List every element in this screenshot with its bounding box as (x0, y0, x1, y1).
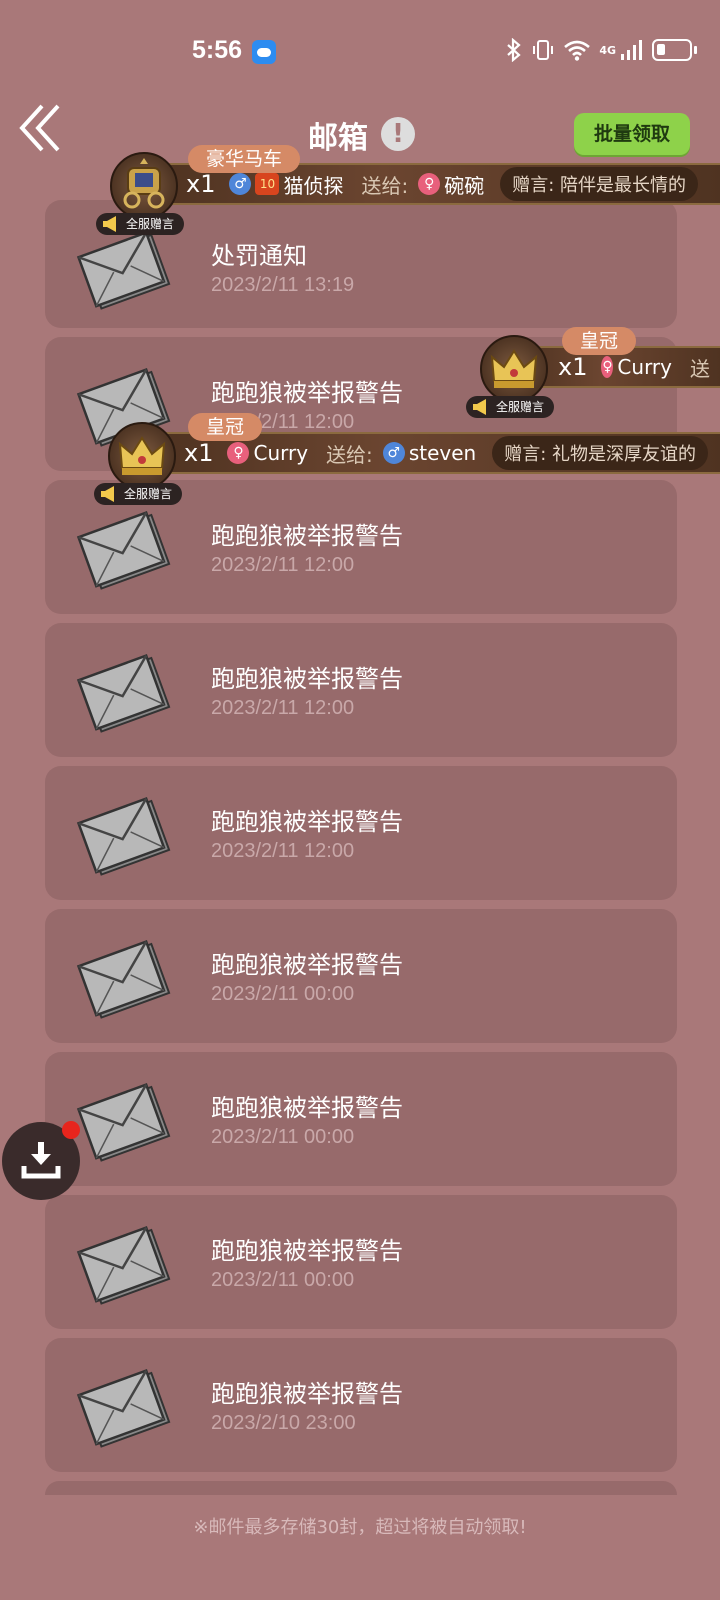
mail-title: 跑跑狼被举报警告 (211, 808, 403, 836)
mail-item[interactable]: 跑跑狼被举报警告 2023/2/11 12:00 (45, 623, 677, 757)
vibrate-icon (533, 40, 554, 60)
wifi-icon (564, 40, 591, 61)
gift-quantity: x1 (186, 170, 216, 198)
gift-sender: 猫侦探 (283, 173, 344, 198)
megaphone-icon (101, 486, 114, 502)
server-tag-label: 全服赠言 (126, 217, 175, 231)
gift-message-label: 赠言: (512, 175, 555, 196)
server-broadcast-tag: 全服赠言 (96, 213, 185, 235)
gift-name-tag: 皇冠 (188, 413, 263, 441)
megaphone-icon (473, 399, 486, 415)
server-broadcast-tag: 全服赠言 (94, 483, 183, 505)
help-icon[interactable]: ! (381, 117, 415, 151)
status-bar: 5:56 4G (0, 0, 720, 104)
notification-dot (62, 1121, 80, 1139)
mail-time: 2023/2/11 00:00 (211, 1269, 355, 1291)
back-button[interactable] (16, 100, 66, 156)
mail-title: 跑跑狼被举报警告 (211, 379, 403, 407)
gift-sender: Curry (253, 441, 309, 465)
mail-title: 跑跑狼被举报警告 (211, 665, 403, 693)
envelope-icon (76, 1226, 171, 1305)
mail-time: 2023/2/11 12:00 (211, 840, 355, 862)
network-label: 4G (599, 43, 616, 57)
female-icon: ♀ (227, 442, 250, 464)
mail-time: 2023/2/11 12:00 (211, 697, 355, 719)
mail-time: 2023/2/11 12:00 (211, 554, 355, 576)
mail-item[interactable]: 跑跑狼被举报警告 2023/2/11 00:00 (45, 909, 677, 1043)
page-title: 邮箱 (308, 121, 368, 156)
batch-claim-button[interactable]: 批量领取 (574, 113, 690, 155)
mail-title: 处罚通知 (211, 242, 307, 270)
megaphone-icon (103, 216, 116, 232)
female-icon: ♀ (418, 173, 441, 195)
server-tag-label: 全服赠言 (496, 400, 545, 414)
mail-title: 跑跑狼被举报警告 (211, 951, 403, 979)
envelope-icon (76, 1369, 171, 1448)
carriage-gift-icon (110, 152, 178, 220)
gift-quantity: x1 (184, 439, 214, 467)
female-icon: ♀ (601, 356, 614, 378)
gift-receiver: steven (408, 441, 477, 465)
mail-title: 跑跑狼被举报警告 (211, 1380, 403, 1408)
status-time: 5:56 (192, 36, 243, 64)
gift-message-text: 礼物是深厚友谊的 (552, 444, 697, 465)
mail-title: 跑跑狼被举报警告 (211, 1094, 403, 1122)
envelope-icon (76, 797, 171, 876)
mail-item[interactable]: 跑跑狼被举报警告 2023/2/10 23:00 (45, 1338, 677, 1472)
mail-list: 处罚通知 2023/2/11 13:19 跑跑狼被举报警告 2023/2/11 … (45, 200, 677, 1504)
level-badge: 10 (255, 173, 280, 195)
sent-to-label: 送 (690, 356, 710, 381)
envelope-icon (76, 940, 171, 1019)
mail-title: 跑跑狼被举报警告 (211, 1237, 403, 1265)
envelope-icon (76, 1083, 171, 1162)
envelope-icon (76, 511, 171, 590)
gift-receiver: 碗碗 (444, 173, 485, 198)
gift-message: 赠言: 礼物是深厚友谊的 (492, 436, 709, 470)
status-icons: 4G (505, 38, 697, 62)
storage-limit-note: ※邮件最多存储30封，超过将被自动领取! (193, 1517, 527, 1538)
mail-time: 2023/2/10 23:00 (211, 1412, 356, 1434)
bluetooth-icon (507, 38, 521, 62)
mail-time: 2023/2/11 00:00 (211, 1126, 355, 1148)
male-icon: ♂ (229, 173, 252, 195)
battery-icon (652, 39, 697, 61)
gift-message-label: 赠言: (504, 444, 547, 465)
server-broadcast-tag: 全服赠言 (466, 396, 555, 418)
gift-quantity: x1 (558, 353, 588, 381)
sent-to-label: 送给: (326, 442, 373, 467)
double-chevron-left-icon (19, 104, 60, 152)
male-icon: ♂ (382, 442, 405, 464)
server-tag-label: 全服赠言 (124, 487, 173, 501)
weather-icon (252, 40, 276, 64)
mail-time: 2023/2/11 00:00 (211, 983, 355, 1005)
signal-icon (621, 40, 642, 60)
sent-to-label: 送给: (361, 173, 409, 198)
crown-gift-icon (108, 422, 176, 490)
gift-sender: Curry (617, 355, 672, 379)
crown-gift-icon (480, 335, 548, 403)
mail-item[interactable]: 跑跑狼被举报警告 2023/2/11 00:00 (45, 1195, 677, 1329)
mail-item-partial[interactable] (45, 1481, 677, 1495)
mail-time: 2023/2/11 13:19 (211, 274, 355, 296)
mail-item[interactable]: 跑跑狼被举报警告 2023/2/11 00:00 (45, 1052, 677, 1186)
envelope-icon (76, 654, 171, 733)
gift-message-text: 陪伴是最长情的 (560, 175, 687, 196)
mail-item[interactable]: 跑跑狼被举报警告 2023/2/11 12:00 (45, 766, 677, 900)
mail-title: 跑跑狼被举报警告 (211, 522, 403, 550)
gift-message: 赠言: 陪伴是最长情的 (500, 167, 699, 201)
gift-name-tag: 皇冠 (562, 327, 637, 355)
gift-name-tag: 豪华马车 (188, 145, 301, 173)
